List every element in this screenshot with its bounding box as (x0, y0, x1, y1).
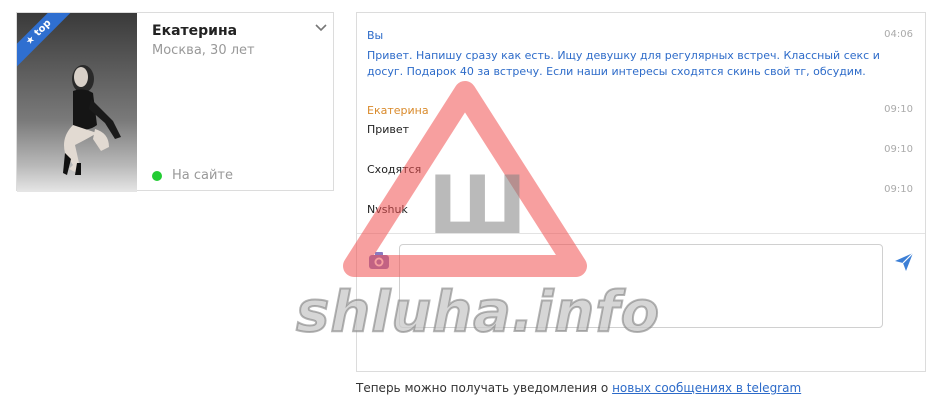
online-dot (152, 170, 162, 181)
message-time: 09:10 (884, 184, 913, 195)
message-author: Вы (367, 29, 384, 42)
chat-panel: Вы 04:06 Привет. Напишу сразу как есть. … (356, 12, 926, 372)
telegram-link[interactable]: новых сообщениях в telegram (612, 381, 801, 395)
message-time: 09:10 (884, 144, 913, 155)
send-icon[interactable] (893, 251, 915, 273)
composer-divider (357, 233, 925, 234)
telegram-notice: Теперь можно получать уведомления о новы… (356, 381, 801, 395)
message-author: Екатерина (367, 104, 429, 117)
message-text: Привет (367, 123, 410, 136)
message-time: 04:06 (884, 29, 913, 40)
message-text: Nvshuk (367, 203, 408, 216)
star-icon: ★ (23, 33, 38, 48)
online-status: На сайте (152, 168, 233, 183)
online-status-label: На сайте (172, 168, 234, 183)
profile-card: ★ top Екатерина Москва, 30 лет На сайте (16, 12, 334, 192)
message-list: Вы 04:06 Привет. Напишу сразу как есть. … (357, 13, 925, 233)
profile-photo[interactable]: ★ top (17, 13, 137, 192)
message-text: Сходятся (367, 163, 422, 176)
profile-name[interactable]: Екатерина (152, 23, 237, 39)
message-time: 09:10 (884, 104, 913, 115)
message-text: Привет. Напишу сразу как есть. Ищу девуш… (367, 49, 880, 78)
profile-location-age: Москва, 30 лет (152, 43, 255, 58)
camera-icon[interactable] (367, 249, 391, 271)
message-input[interactable] (399, 244, 883, 328)
telegram-notice-text: Теперь можно получать уведомления о (356, 381, 613, 395)
chevron-down-icon[interactable] (313, 21, 329, 35)
